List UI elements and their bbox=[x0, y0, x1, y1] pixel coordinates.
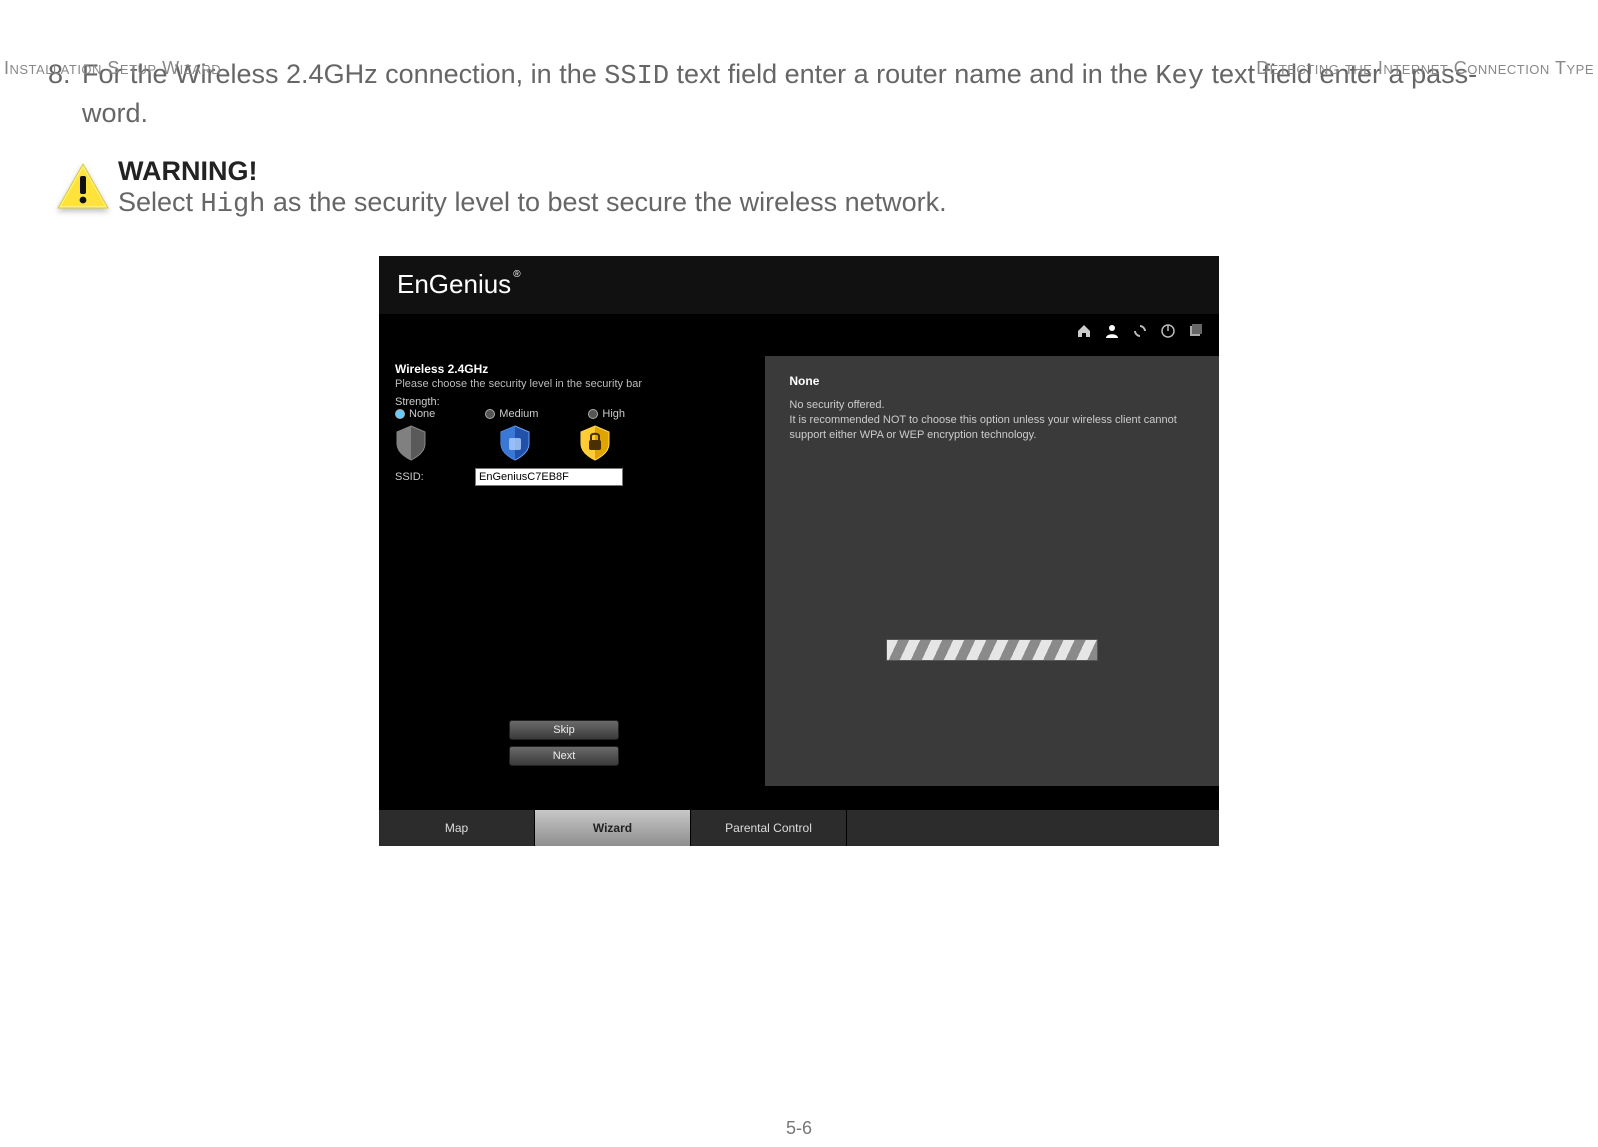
header-left: Installation Setup Wizard bbox=[4, 58, 221, 79]
toolbar-icons bbox=[1075, 322, 1205, 340]
left-title: Wireless 2.4GHz bbox=[395, 362, 749, 376]
menu-icon[interactable] bbox=[1187, 322, 1205, 340]
tab-parental[interactable]: Parental Control bbox=[691, 810, 847, 846]
right-p1: No security offered. bbox=[789, 398, 1195, 413]
shield-medium-icon bbox=[475, 424, 555, 462]
page-number: 5-6 bbox=[786, 1118, 812, 1139]
opt-high[interactable]: High bbox=[588, 408, 625, 420]
ssid-input[interactable] bbox=[475, 468, 623, 486]
screenshot-panel: EnGenius® Wireless 2.4GHz Please choose … bbox=[379, 256, 1219, 846]
network-icon[interactable] bbox=[1131, 322, 1149, 340]
power-icon[interactable] bbox=[1159, 322, 1177, 340]
warning-icon bbox=[48, 156, 118, 212]
opt-medium[interactable]: Medium bbox=[485, 408, 538, 420]
tab-wizard[interactable]: Wizard bbox=[535, 810, 691, 846]
header-right: Detecting the Internet Connection Type bbox=[1256, 58, 1594, 79]
skip-button[interactable]: Skip bbox=[509, 720, 619, 740]
next-button[interactable]: Next bbox=[509, 746, 619, 766]
warning-text-2: as the security level to best secure the… bbox=[265, 187, 946, 217]
left-desc: Please choose the security level in the … bbox=[395, 378, 749, 390]
step-text-4: word. bbox=[82, 98, 148, 128]
brand-logo: EnGenius® bbox=[397, 269, 521, 300]
shield-high-icon bbox=[555, 424, 635, 462]
warning-title: WARNING! bbox=[118, 156, 257, 186]
strength-label: Strength: bbox=[395, 396, 475, 408]
opt-none[interactable]: None bbox=[395, 408, 435, 420]
shield-none-icon bbox=[395, 424, 475, 462]
user-icon[interactable] bbox=[1103, 322, 1121, 340]
home-icon[interactable] bbox=[1075, 322, 1093, 340]
right-title: None bbox=[789, 374, 1195, 388]
right-p2: It is recommended NOT to choose this opt… bbox=[789, 413, 1195, 443]
tab-map[interactable]: Map bbox=[379, 810, 535, 846]
progress-bar bbox=[886, 639, 1098, 661]
warning-text-1: Select bbox=[118, 187, 201, 217]
ssid-label: SSID: bbox=[395, 471, 475, 483]
warning-kw-high: High bbox=[201, 190, 266, 220]
